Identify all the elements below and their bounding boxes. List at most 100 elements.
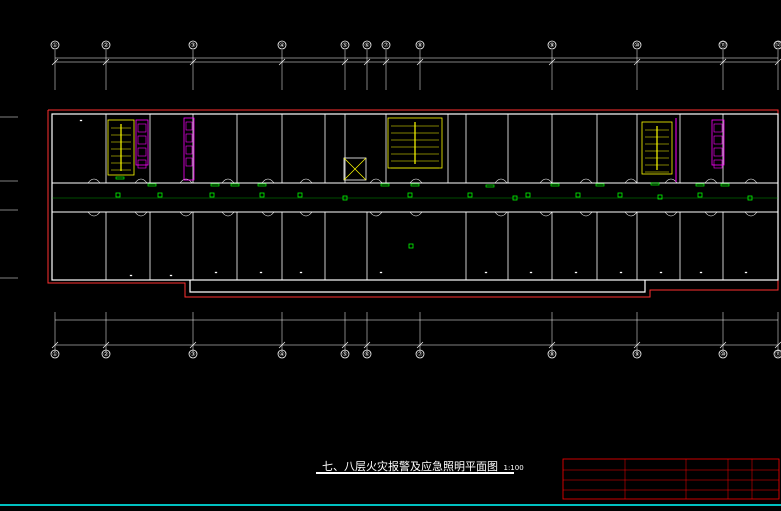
grid-label: ⑥ xyxy=(364,42,369,49)
room-label-mark xyxy=(659,271,663,274)
emergency-light xyxy=(380,183,390,187)
smoke-detector xyxy=(115,192,121,198)
riser-cable-tray xyxy=(713,135,723,145)
door-swing xyxy=(409,178,423,184)
room-label-mark xyxy=(379,271,383,274)
room-label-mark xyxy=(529,271,533,274)
grid-label: ⑫ xyxy=(775,41,781,49)
emergency-light xyxy=(595,183,605,187)
room-label-mark xyxy=(744,271,748,274)
door-swing xyxy=(369,178,383,184)
room-label-mark xyxy=(169,274,173,277)
door-swing xyxy=(744,211,758,217)
door-swing xyxy=(494,178,508,184)
room-label-mark xyxy=(214,271,218,274)
smoke-detector xyxy=(157,192,163,198)
emergency-light xyxy=(210,183,220,187)
floor-plan-drawing: ① ② ③ ④ ⑤ ⑥ ⑦ ⑧ ⑨ ⑩ ⑪ ⑫ ① ② ③ ④ ⑤ ⑥ ⑦ ⑧ ⑨ ⑩ ⑪ xyxy=(0,40,781,506)
door-swing xyxy=(369,211,383,217)
door-swing xyxy=(261,178,275,184)
grid-label: ① xyxy=(52,351,57,358)
door-swing xyxy=(299,211,313,217)
riser-cable-tray xyxy=(713,159,723,169)
building-boundary xyxy=(47,109,779,298)
emergency-light xyxy=(650,182,660,186)
riser-cable-tray xyxy=(185,133,193,143)
emergency-light xyxy=(550,183,560,187)
riser-cable-tray xyxy=(137,147,147,157)
smoke-detector xyxy=(697,192,703,198)
emergency-light xyxy=(147,183,157,187)
door-swing xyxy=(744,178,758,184)
grid-label: ⑦ xyxy=(417,351,422,358)
smoke-detector xyxy=(657,194,663,200)
door-swing xyxy=(87,211,101,217)
door-swing xyxy=(134,178,148,184)
door-swing xyxy=(134,211,148,217)
door-swing xyxy=(409,211,423,217)
door-swing xyxy=(579,211,593,217)
door-swing xyxy=(221,211,235,217)
riser-cable-tray xyxy=(185,157,193,167)
grid-label: ⑤ xyxy=(342,351,347,358)
grid-label: ⑩ xyxy=(720,351,725,358)
smoke-detector xyxy=(575,192,581,198)
emergency-light xyxy=(410,183,420,187)
grid-label: ④ xyxy=(279,42,284,49)
room-label-mark xyxy=(299,271,303,274)
drawing-scale: 1:100 xyxy=(503,464,524,472)
grid-label: ⑥ xyxy=(364,351,369,358)
door-swing xyxy=(624,178,638,184)
grid-label: ⑨ xyxy=(634,351,639,358)
door-swing xyxy=(494,211,508,217)
smoke-detector xyxy=(467,192,473,198)
emergency-light xyxy=(485,184,495,188)
door-swing xyxy=(299,178,313,184)
door-swing xyxy=(261,211,275,217)
door-swing xyxy=(179,211,193,217)
room-label-mark xyxy=(484,271,488,274)
riser-cable-tray xyxy=(185,121,193,131)
emergency-light xyxy=(257,183,267,187)
room-label-mark xyxy=(574,271,578,274)
cad-canvas: ①②③④⑤⑥⑦⑧⑨⑩⑪⑫①②③④⑤⑥⑦⑧⑨⑩⑪ 七、八层火灾报警及应急照明平面图… xyxy=(0,0,781,511)
room-label-mark xyxy=(699,271,703,274)
smoke-detector xyxy=(407,192,413,198)
riser-cable-tray xyxy=(713,123,723,133)
smoke-detector xyxy=(617,192,623,198)
door-swing xyxy=(704,178,718,184)
door-swing xyxy=(221,178,235,184)
title-block xyxy=(562,458,780,500)
room-label-mark xyxy=(619,271,623,274)
door-swing xyxy=(704,211,718,217)
riser-cable-tray xyxy=(713,147,723,157)
smoke-detector xyxy=(259,192,265,198)
grid-label: ⑨ xyxy=(549,42,554,49)
grid-label: ⑪ xyxy=(775,350,781,358)
door-swing xyxy=(664,178,678,184)
grid-label: ⑤ xyxy=(342,42,347,49)
emergency-light xyxy=(115,176,125,180)
grid-label: ⑧ xyxy=(549,351,554,358)
door-swing xyxy=(664,211,678,217)
grid-label: ③ xyxy=(190,42,195,49)
riser-cable-tray xyxy=(137,159,147,169)
riser-cable-tray xyxy=(185,145,193,155)
emergency-light xyxy=(695,183,705,187)
room-label-mark xyxy=(79,119,83,122)
room-label-mark xyxy=(129,274,133,277)
grid-label: ② xyxy=(103,351,108,358)
exterior-wall xyxy=(189,280,646,293)
smoke-detector xyxy=(209,192,215,198)
door-swing xyxy=(539,178,553,184)
smoke-detector xyxy=(525,192,531,198)
riser-cable-tray xyxy=(137,123,147,133)
smoke-detector xyxy=(408,243,414,249)
grid-label: ⑧ xyxy=(417,42,422,49)
title-underline xyxy=(316,472,514,474)
grid-label: ② xyxy=(103,42,108,49)
riser-shaft xyxy=(183,117,195,181)
smoke-detector xyxy=(297,192,303,198)
grid-label: ⑪ xyxy=(720,41,726,49)
grid-label: ⑦ xyxy=(383,42,388,49)
